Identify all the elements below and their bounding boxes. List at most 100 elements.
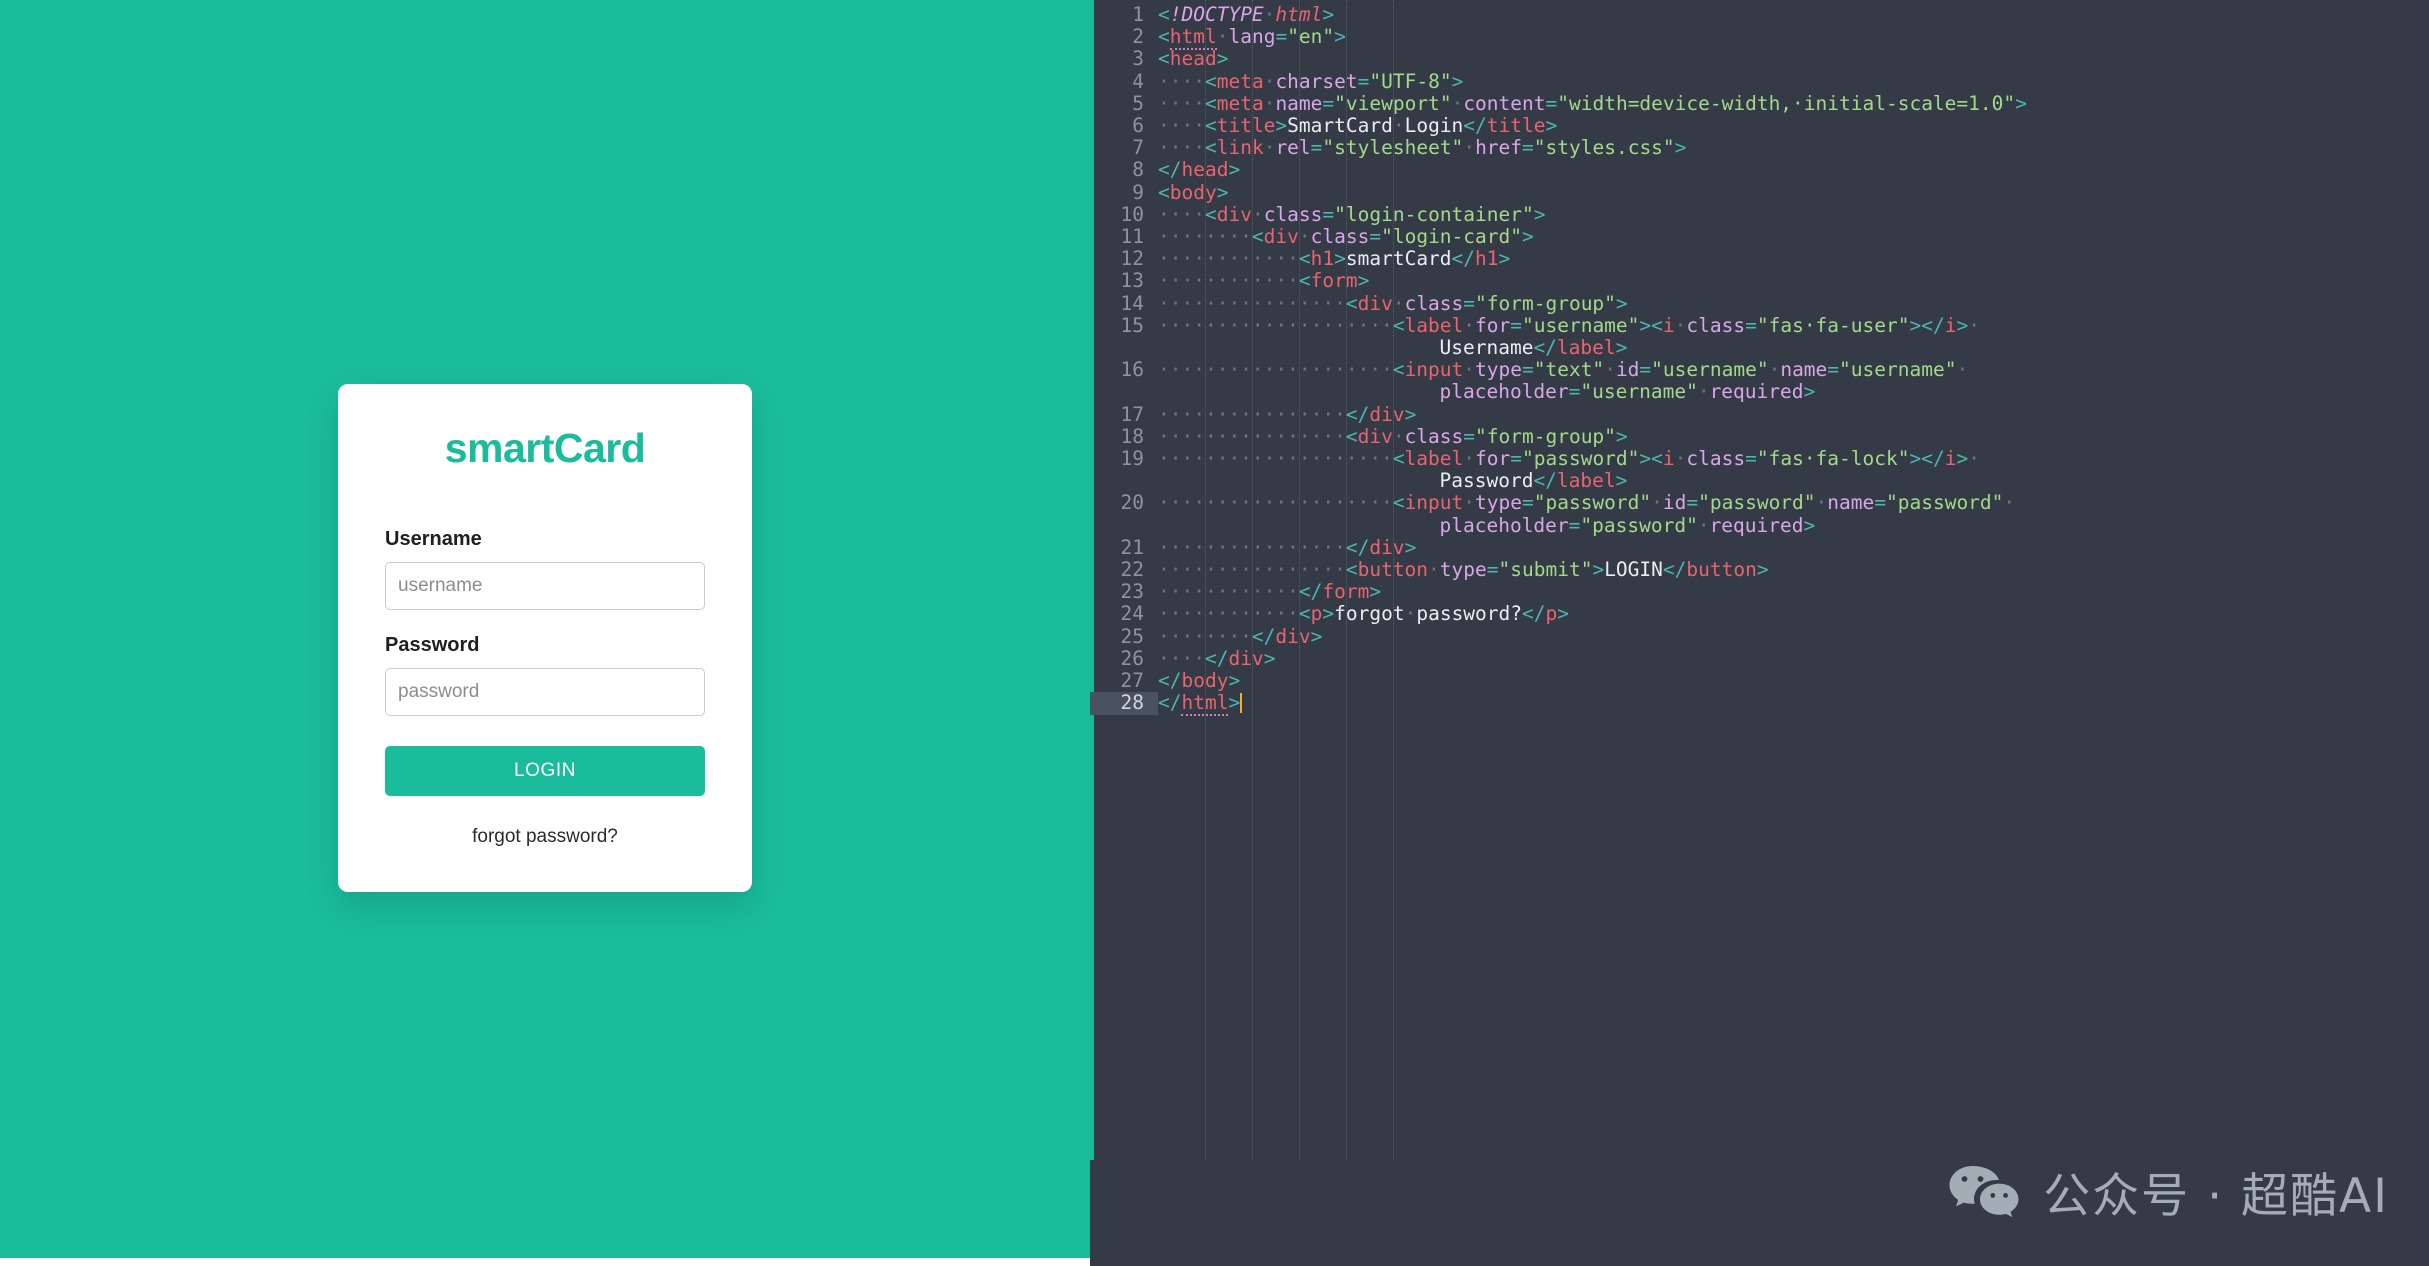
code-token-brk: </ bbox=[1251, 624, 1276, 648]
code-token-brk: > bbox=[1756, 558, 1769, 582]
code-token-brk: > bbox=[1404, 535, 1417, 559]
code-token-indent: · bbox=[1463, 313, 1476, 337]
code-line[interactable]: 28 </html> bbox=[1090, 691, 2429, 717]
forgot-password-link[interactable]: forgot password? bbox=[385, 826, 705, 848]
code-token-attr: charset bbox=[1275, 69, 1358, 93]
code-line[interactable]: 22 ················<button·type="submit">… bbox=[1090, 558, 2429, 582]
code-token-brk: > bbox=[1310, 624, 1323, 648]
code-token-attr: id bbox=[1615, 358, 1640, 382]
code-line-text: <body> bbox=[1158, 181, 2429, 204]
code-token-txt: SmartCard bbox=[1287, 114, 1393, 138]
code-line[interactable]: 26 ····</div> bbox=[1090, 647, 2429, 670]
code-token-str: "login-card" bbox=[1381, 225, 1522, 249]
code-token-tag: link bbox=[1216, 136, 1264, 160]
code-token-indent: ············ bbox=[1158, 602, 1299, 626]
code-line[interactable]: 18 ················<div·class="form-group… bbox=[1090, 425, 2429, 448]
code-token-brk: < bbox=[1204, 136, 1217, 160]
code-token-str: "form-group" bbox=[1475, 291, 1616, 315]
line-number: 4 bbox=[1132, 69, 1144, 93]
code-line[interactable]: 6 ····<title>SmartCard·Login</title> bbox=[1090, 114, 2429, 138]
code-token-tag: i bbox=[1944, 313, 1957, 337]
code-line[interactable]: 14 ················<div·class="form-group… bbox=[1090, 291, 2429, 315]
code-token-brk: < bbox=[1158, 47, 1170, 71]
code-line[interactable]: 8 </head> bbox=[1090, 159, 2429, 181]
code-line[interactable]: 19 ····················<label·for="passwo… bbox=[1090, 447, 2429, 493]
code-token-str: "styles.css" bbox=[1533, 136, 1675, 160]
login-container: smartCard Username Password LOGIN bbox=[0, 0, 1090, 1258]
code-line-text: <html·lang="en"> bbox=[1158, 25, 2429, 51]
code-token-tag: form bbox=[1310, 269, 1358, 293]
form-group-username: Username bbox=[385, 528, 705, 610]
code-token-txt: forgot bbox=[1334, 602, 1405, 626]
code-token-tag: meta bbox=[1216, 69, 1264, 93]
line-number: 10 bbox=[1120, 202, 1144, 226]
code-line[interactable]: 10 ····<div·class="login-container"> bbox=[1090, 202, 2429, 226]
code-token-indent: · bbox=[1674, 313, 1687, 337]
code-line[interactable]: 16 ····················<input·type="text"… bbox=[1090, 358, 2429, 404]
code-token-brk: < bbox=[1651, 313, 1663, 337]
code-token-tag: i bbox=[1944, 447, 1957, 471]
code-token-indent: ···· bbox=[1158, 91, 1205, 115]
code-token-txt: Password bbox=[1439, 469, 1534, 493]
line-number: 24 bbox=[1120, 602, 1144, 626]
code-line[interactable]: 11 ········<div·class="login-card"> bbox=[1090, 225, 2429, 249]
code-token-brk: < bbox=[1204, 91, 1217, 115]
code-token-brk: < bbox=[1158, 3, 1170, 26]
code-line-text: ····<meta·name="viewport"·content="width… bbox=[1158, 91, 2429, 115]
code-line-text: ············<h1>smartCard</h1> bbox=[1158, 248, 2429, 270]
code-token-brk: < bbox=[1298, 602, 1311, 626]
code-token-brk: < bbox=[1204, 114, 1217, 138]
login-button[interactable]: LOGIN bbox=[385, 745, 705, 796]
code-line[interactable]: 3 <head> bbox=[1090, 48, 2429, 70]
code-token-attr: required bbox=[1709, 513, 1804, 537]
code-token-indent: ···· bbox=[1158, 114, 1205, 138]
line-number: 28 bbox=[1090, 692, 1158, 715]
code-token-brk: > bbox=[1639, 447, 1652, 471]
code-token-indent: · bbox=[1392, 291, 1405, 315]
username-input[interactable] bbox=[385, 561, 705, 610]
code-line-text: ····<div·class="login-container"> bbox=[1158, 203, 2429, 226]
code-token-attr: required bbox=[1709, 380, 1804, 404]
code-content[interactable]: 1 <!DOCTYPE·html> 2 <html·lang="en"> 3 <head>… bbox=[1090, 0, 2429, 717]
code-line[interactable]: 17 ················</div> bbox=[1090, 402, 2429, 426]
code-token-brk: > bbox=[1216, 47, 1229, 71]
code-line[interactable]: 25 ········</div> bbox=[1090, 624, 2429, 648]
code-line[interactable]: 4 ····<meta·charset="UTF-8"> bbox=[1090, 69, 2429, 93]
code-line[interactable]: 9 <body> bbox=[1090, 181, 2429, 204]
code-line[interactable]: 2 <html·lang="en"> bbox=[1090, 25, 2429, 51]
code-line[interactable]: 7 ····<link·rel="stylesheet"·href="styles… bbox=[1090, 137, 2429, 159]
code-line[interactable]: 21 ················</div> bbox=[1090, 535, 2429, 559]
code-line[interactable]: 23 ············</form> bbox=[1090, 581, 2429, 603]
code-line[interactable]: 13 ············<form> bbox=[1090, 270, 2429, 292]
code-token-brk: = bbox=[1463, 291, 1476, 315]
code-token-indent: · bbox=[1404, 602, 1417, 626]
code-token-indent: · bbox=[1968, 447, 1980, 471]
code-token-str: "stylesheet" bbox=[1322, 136, 1464, 160]
code-token-indent: ············ bbox=[1158, 269, 1299, 293]
code-line[interactable]: 24 ············<p>forgot·password?</p> bbox=[1090, 603, 2429, 625]
code-token-txt: Username bbox=[1439, 336, 1534, 360]
line-number: 21 bbox=[1120, 535, 1144, 559]
line-number: 11 bbox=[1120, 225, 1144, 249]
code-line[interactable]: 15 ····················<label·for="userna… bbox=[1090, 313, 2429, 360]
code-line[interactable]: 27 </body> bbox=[1090, 669, 2429, 692]
watermark-text: 公众号 · 超酷AI bbox=[2043, 1169, 2389, 1224]
code-token-indent: · bbox=[1263, 3, 1276, 26]
line-number: 12 bbox=[1120, 247, 1144, 271]
code-token-indent: ················ bbox=[1158, 402, 1346, 426]
code-token-str: "width=device-width,·initial-scale=1.0" bbox=[1557, 91, 2016, 115]
code-line-text: ····<meta·charset="UTF-8"> bbox=[1158, 69, 2429, 93]
code-line[interactable]: 1 <!DOCTYPE·html> bbox=[1090, 3, 2429, 26]
code-line[interactable]: 12 ············<h1>smartCard</h1> bbox=[1090, 248, 2429, 270]
code-line[interactable]: 5 ····<meta·name="viewport"·content="widt… bbox=[1090, 91, 2429, 115]
line-number: 22 bbox=[1120, 558, 1144, 582]
password-input[interactable] bbox=[385, 667, 705, 716]
code-line-text: ················<div·class="form-group"> bbox=[1158, 425, 2429, 448]
code-token-txt: LOGIN bbox=[1604, 558, 1663, 582]
code-line[interactable]: 20 ····················<input·type="passw… bbox=[1090, 492, 2429, 537]
code-token-brk: < bbox=[1251, 225, 1264, 249]
code-token-indent: · bbox=[1263, 69, 1276, 93]
code-token-brk: > bbox=[1498, 247, 1511, 271]
code-token-brk: = bbox=[1510, 313, 1522, 337]
code-line-text: </html> bbox=[1158, 691, 2429, 717]
